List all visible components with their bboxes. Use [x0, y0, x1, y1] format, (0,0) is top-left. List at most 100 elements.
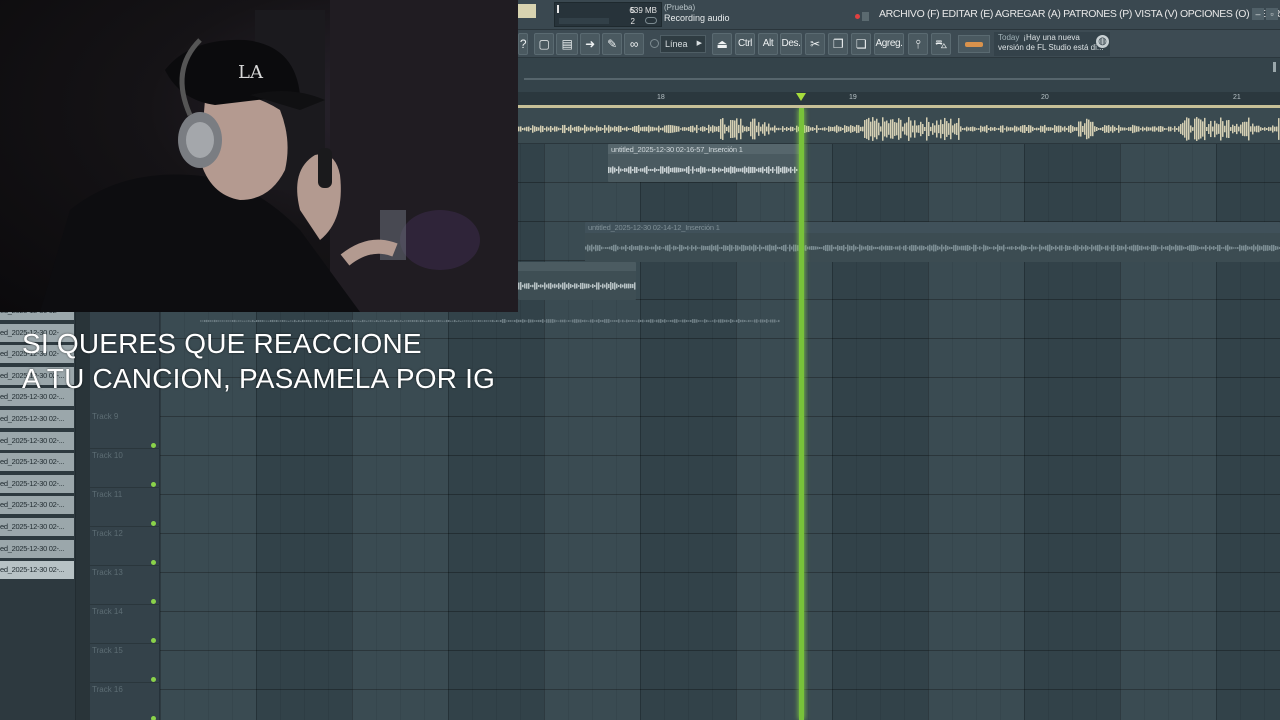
waveform-sample — [444, 320, 446, 322]
waveform-sample — [694, 127, 696, 131]
waveform-sample — [955, 244, 957, 252]
snap-mode-dropdown[interactable]: Línea ▶ — [660, 35, 706, 53]
news-panel[interactable]: Today ¡Hay una nueva versión de FL Studio… — [994, 32, 1110, 56]
waveform-sample — [1146, 126, 1148, 132]
track-header[interactable]: Track 15 — [90, 644, 160, 683]
waveform-sample — [614, 320, 616, 322]
link-icon[interactable]: ∞ — [624, 33, 644, 55]
tuning-fork-icon[interactable]: ⫯ — [908, 33, 928, 55]
track-active-indicator[interactable] — [151, 716, 156, 720]
add-button[interactable]: Agreg. — [874, 33, 904, 55]
waveform-sample — [822, 127, 824, 131]
browser-item[interactable]: ed_2025-12-30 02-... — [0, 474, 74, 493]
horizontal-scrollbar[interactable] — [524, 78, 1110, 80]
cart-icon[interactable]: ⛍ — [931, 33, 951, 55]
waveform-sample — [869, 245, 871, 251]
waveform-sample — [726, 167, 728, 173]
track-active-indicator[interactable] — [151, 599, 156, 604]
browser-item[interactable]: ed_2025-12-30 02-... — [0, 453, 74, 472]
piano-roll-icon[interactable]: ▤ — [556, 33, 578, 55]
track-active-indicator[interactable] — [151, 638, 156, 643]
waveform-sample — [648, 125, 650, 133]
track-active-indicator[interactable] — [151, 443, 156, 448]
timeline-ruler[interactable]: 18 19 20 21 — [518, 92, 1280, 108]
waveform-sample — [534, 320, 536, 322]
waveform-sample — [730, 319, 732, 323]
track-header[interactable]: Track 12 — [90, 527, 160, 566]
track-header[interactable]: Track 16 — [90, 683, 160, 720]
alt-button[interactable]: Alt — [758, 33, 778, 55]
waveform-sample — [680, 128, 682, 130]
waveform-sample — [596, 319, 598, 323]
track-header[interactable]: Track 11 — [90, 488, 160, 527]
waveform-sample — [624, 320, 626, 322]
track-active-indicator[interactable] — [151, 560, 156, 565]
waveform-sample — [1100, 127, 1102, 131]
waveform-sample — [592, 319, 594, 323]
waveform-sample — [719, 247, 721, 249]
browser-item[interactable]: ed_2025-12-30 02-... — [0, 431, 74, 450]
main-menu[interactable]: ARCHIVO (F) EDITAR (E) AGREGAR (A) PATRO… — [879, 8, 1280, 20]
pencil-icon[interactable]: ✎ — [602, 33, 622, 55]
waveform-sample — [410, 320, 412, 322]
waveform-sample — [654, 167, 656, 173]
track-header[interactable]: Track 13 — [90, 566, 160, 605]
track-active-indicator[interactable] — [151, 521, 156, 526]
cut-icon[interactable]: ✂ — [805, 33, 825, 55]
browser-item[interactable]: ed_2025-12-30 02-... — [0, 518, 74, 536]
playlist-icon[interactable]: ▢ — [534, 33, 554, 55]
waveform-sample — [568, 126, 570, 132]
waveform-sample — [626, 126, 628, 132]
ctrl-button[interactable]: Ctrl — [735, 33, 755, 55]
maximize-button[interactable]: ▫ — [1266, 8, 1278, 20]
waveform-sample — [502, 319, 504, 323]
waveform-sample — [664, 319, 666, 323]
audio-clip-3[interactable] — [518, 262, 636, 300]
browser-item[interactable]: ed_2025-12-30 02-... — [0, 561, 74, 580]
zoom-handle[interactable] — [1273, 62, 1276, 72]
waveform-sample — [670, 167, 672, 173]
deselect-button[interactable]: Des. — [780, 33, 802, 55]
minimize-button[interactable]: – — [1252, 8, 1264, 20]
waveform-sample — [576, 283, 578, 289]
paste-icon[interactable]: ❏ — [851, 33, 871, 55]
stamp-icon[interactable]: ⏏ — [712, 33, 732, 55]
playhead-marker-icon[interactable] — [796, 93, 806, 101]
arrow-icon[interactable]: ➜ — [580, 33, 600, 55]
waveform-sample — [760, 167, 762, 173]
track-name: Track 13 — [92, 568, 123, 577]
waveform-sample — [492, 319, 494, 323]
help-button[interactable]: ? — [518, 33, 528, 55]
waveform-sample — [921, 245, 923, 251]
waveform-sample — [778, 319, 780, 323]
waveform-sample — [804, 125, 806, 133]
zoom-slider[interactable] — [958, 35, 990, 53]
track-header[interactable]: Track 9 — [90, 410, 160, 449]
browser-item[interactable]: ed_2025-12-30 02-... — [0, 410, 74, 428]
copy-icon[interactable]: ❐ — [828, 33, 848, 55]
track-header[interactable]: Track 10 — [90, 449, 160, 488]
playhead-line[interactable] — [799, 108, 804, 720]
waveform-sample — [708, 124, 710, 134]
track-header[interactable]: Track 14 — [90, 605, 160, 644]
waveform-sample — [278, 320, 280, 322]
waveform-sample — [883, 246, 885, 250]
browser-item[interactable]: ed_2025-12-30 02-... — [0, 539, 74, 558]
waveform-sample — [526, 283, 528, 289]
waveform-sample — [621, 246, 623, 250]
pattern-swatch[interactable] — [518, 4, 536, 18]
audio-clip-2[interactable]: untitled_2025-12-30 02-14-12_Inserción 1 — [585, 222, 1280, 262]
waveform-sample — [538, 284, 540, 288]
browser-item[interactable]: ed_2025-12-30 02-... — [0, 496, 74, 515]
waveform-sample — [1223, 247, 1225, 249]
waveform-sample — [1013, 247, 1015, 249]
waveform-sample — [929, 244, 931, 252]
audio-clip-1[interactable]: untitled_2025-12-30 02-16-57_Inserción 1 — [608, 144, 800, 182]
track-active-indicator[interactable] — [151, 677, 156, 682]
globe-icon[interactable]: ◍ — [1096, 35, 1109, 48]
ruler-mark: 18 — [657, 94, 665, 101]
waveform-sample — [240, 320, 242, 322]
top-audio-clip[interactable] — [518, 108, 1280, 144]
waveform-sample — [550, 282, 552, 290]
track-active-indicator[interactable] — [151, 482, 156, 487]
